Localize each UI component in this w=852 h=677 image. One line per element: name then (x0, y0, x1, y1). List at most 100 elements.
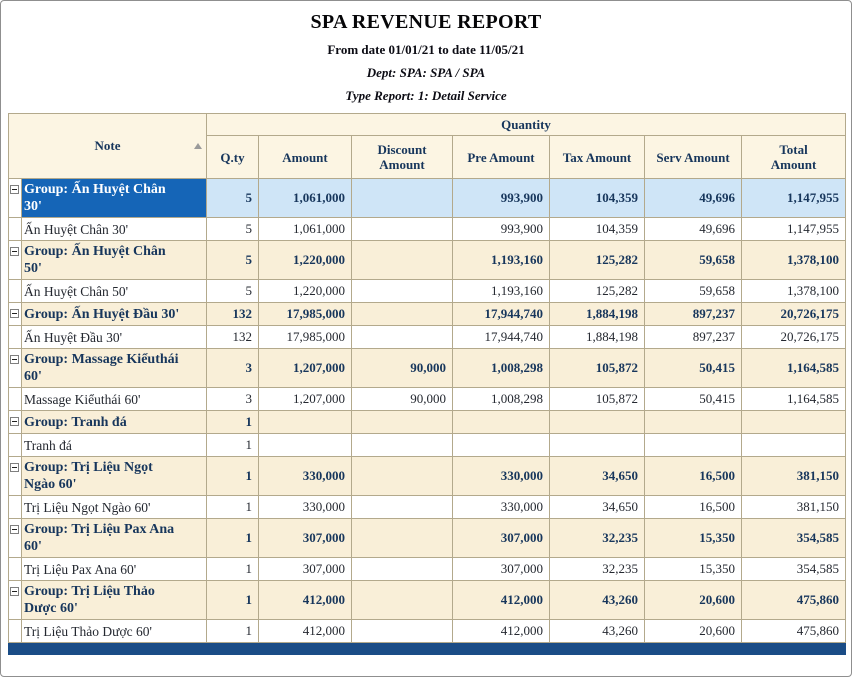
tax-amount-cell[interactable]: 104,359 (550, 218, 645, 241)
serv-amount-cell[interactable]: 897,237 (645, 326, 742, 349)
note-cell[interactable]: Group: Trị Liệu Ngọt Ngào 60' (22, 457, 207, 496)
serv-amount-cell[interactable]: 897,237 (645, 303, 742, 326)
note-cell[interactable]: Ấn Huyệt Chân 50' (22, 280, 207, 303)
tax-amount-cell[interactable]: 43,260 (550, 581, 645, 620)
serv-amount-cell[interactable]: 49,696 (645, 179, 742, 218)
note-cell[interactable]: Group: Massage Kiểuthái 60' (22, 349, 207, 388)
note-column-header[interactable]: Note (9, 114, 207, 179)
column-header[interactable]: Amount (259, 136, 352, 179)
group-row[interactable]: Group: Trị Liệu Thảo Dược 60'1412,000412… (9, 581, 846, 620)
qty-cell[interactable]: 3 (207, 388, 259, 411)
collapse-group-icon[interactable] (10, 587, 19, 596)
amount-cell[interactable]: 1,207,000 (259, 349, 352, 388)
discount-amount-cell[interactable] (352, 558, 453, 581)
total-amount-cell[interactable]: 20,726,175 (742, 303, 846, 326)
collapse-group-icon[interactable] (10, 247, 19, 256)
partial-row[interactable] (9, 643, 846, 655)
total-amount-cell[interactable]: 354,585 (742, 558, 846, 581)
pre-amount-cell[interactable] (453, 434, 550, 457)
note-cell[interactable]: Trị Liệu Pax Ana 60' (22, 558, 207, 581)
total-amount-cell[interactable]: 1,164,585 (742, 388, 846, 411)
tax-amount-cell[interactable]: 105,872 (550, 349, 645, 388)
note-cell[interactable]: Group: Ấn Huyệt Chân 30' (22, 179, 207, 218)
group-row[interactable]: Group: Ấn Huyệt Đầu 30'13217,985,00017,9… (9, 303, 846, 326)
total-amount-cell[interactable]: 1,378,100 (742, 241, 846, 280)
detail-row[interactable]: Ấn Huyệt Chân 50'51,220,0001,193,160125,… (9, 280, 846, 303)
qty-cell[interactable]: 5 (207, 218, 259, 241)
tax-amount-cell[interactable]: 34,650 (550, 457, 645, 496)
serv-amount-cell[interactable]: 59,658 (645, 280, 742, 303)
group-row[interactable]: Group: Tranh đá1 (9, 411, 846, 434)
qty-cell[interactable]: 1 (207, 496, 259, 519)
discount-amount-cell[interactable] (352, 620, 453, 643)
detail-row[interactable]: Trị Liệu Ngọt Ngào 60'1330,000330,00034,… (9, 496, 846, 519)
serv-amount-cell[interactable]: 15,350 (645, 519, 742, 558)
qty-cell[interactable]: 3 (207, 349, 259, 388)
discount-amount-cell[interactable]: 90,000 (352, 349, 453, 388)
total-amount-cell[interactable]: 20,726,175 (742, 326, 846, 349)
serv-amount-cell[interactable]: 59,658 (645, 241, 742, 280)
note-cell[interactable]: Group: Tranh đá (22, 411, 207, 434)
qty-cell[interactable]: 5 (207, 280, 259, 303)
tax-amount-cell[interactable]: 1,884,198 (550, 326, 645, 349)
qty-cell[interactable]: 132 (207, 326, 259, 349)
note-cell[interactable]: Ấn Huyệt Đầu 30' (22, 326, 207, 349)
discount-amount-cell[interactable] (352, 434, 453, 457)
pre-amount-cell[interactable]: 307,000 (453, 558, 550, 581)
pre-amount-cell[interactable] (453, 411, 550, 434)
column-header[interactable]: Q.ty (207, 136, 259, 179)
discount-amount-cell[interactable] (352, 496, 453, 519)
tax-amount-cell[interactable] (550, 434, 645, 457)
pre-amount-cell[interactable]: 1,193,160 (453, 241, 550, 280)
pre-amount-cell[interactable]: 330,000 (453, 457, 550, 496)
qty-cell[interactable]: 1 (207, 558, 259, 581)
amount-cell[interactable]: 412,000 (259, 620, 352, 643)
note-cell[interactable]: Group: Ấn Huyệt Chân 50' (22, 241, 207, 280)
note-cell[interactable]: Ấn Huyệt Chân 30' (22, 218, 207, 241)
pre-amount-cell[interactable]: 330,000 (453, 496, 550, 519)
amount-cell[interactable]: 307,000 (259, 519, 352, 558)
total-amount-cell[interactable] (742, 434, 846, 457)
pre-amount-cell[interactable]: 17,944,740 (453, 303, 550, 326)
serv-amount-cell[interactable] (645, 434, 742, 457)
total-amount-cell[interactable]: 1,164,585 (742, 349, 846, 388)
discount-amount-cell[interactable]: 90,000 (352, 388, 453, 411)
collapse-group-icon[interactable] (10, 185, 19, 194)
column-header[interactable]: Discount Amount (352, 136, 453, 179)
serv-amount-cell[interactable]: 20,600 (645, 581, 742, 620)
amount-cell[interactable]: 1,061,000 (259, 218, 352, 241)
group-row[interactable]: Group: Ấn Huyệt Chân 50'51,220,0001,193,… (9, 241, 846, 280)
discount-amount-cell[interactable] (352, 218, 453, 241)
group-row[interactable]: Group: Massage Kiểuthái 60'31,207,00090,… (9, 349, 846, 388)
pre-amount-cell[interactable]: 307,000 (453, 519, 550, 558)
collapse-group-icon[interactable] (10, 417, 19, 426)
tax-amount-cell[interactable]: 32,235 (550, 519, 645, 558)
qty-cell[interactable]: 1 (207, 519, 259, 558)
amount-cell[interactable]: 1,207,000 (259, 388, 352, 411)
qty-cell[interactable]: 132 (207, 303, 259, 326)
qty-cell[interactable]: 1 (207, 581, 259, 620)
pre-amount-cell[interactable]: 1,008,298 (453, 388, 550, 411)
note-cell[interactable]: Massage Kiểuthái 60' (22, 388, 207, 411)
amount-cell[interactable]: 1,220,000 (259, 241, 352, 280)
pre-amount-cell[interactable]: 1,193,160 (453, 280, 550, 303)
total-amount-cell[interactable]: 1,147,955 (742, 218, 846, 241)
amount-cell[interactable]: 17,985,000 (259, 326, 352, 349)
qty-cell[interactable]: 1 (207, 620, 259, 643)
note-cell[interactable]: Group: Trị Liệu Thảo Dược 60' (22, 581, 207, 620)
total-amount-cell[interactable]: 354,585 (742, 519, 846, 558)
tax-amount-cell[interactable]: 105,872 (550, 388, 645, 411)
qty-cell[interactable]: 5 (207, 179, 259, 218)
discount-amount-cell[interactable] (352, 303, 453, 326)
qty-cell[interactable]: 1 (207, 411, 259, 434)
qty-cell[interactable]: 1 (207, 457, 259, 496)
discount-amount-cell[interactable] (352, 519, 453, 558)
serv-amount-cell[interactable]: 16,500 (645, 457, 742, 496)
collapse-group-icon[interactable] (10, 355, 19, 364)
serv-amount-cell[interactable]: 20,600 (645, 620, 742, 643)
discount-amount-cell[interactable] (352, 241, 453, 280)
total-amount-cell[interactable]: 1,147,955 (742, 179, 846, 218)
total-amount-cell[interactable]: 381,150 (742, 496, 846, 519)
column-header[interactable]: Tax Amount (550, 136, 645, 179)
amount-cell[interactable]: 412,000 (259, 581, 352, 620)
